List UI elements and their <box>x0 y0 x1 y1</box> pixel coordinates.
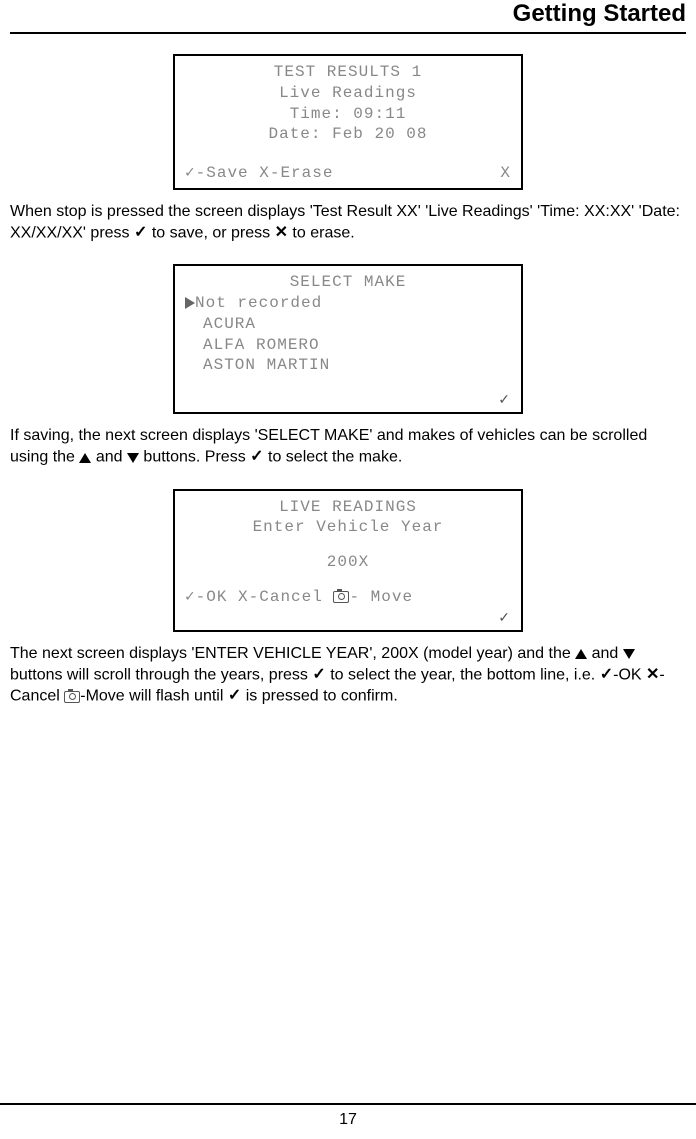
lcd-footer-left: ✓-Save X-Erase <box>185 163 333 184</box>
lcd-line: Enter Vehicle Year <box>185 517 511 538</box>
page-footer: 17 <box>0 1103 696 1139</box>
camera-icon <box>333 591 349 603</box>
lcd-select-make: SELECT MAKE Not recorded ACURA ALFA ROME… <box>173 264 523 414</box>
lcd-live-readings: LIVE READINGS Enter Vehicle Year 200X ✓-… <box>173 489 523 632</box>
check-icon: ✓ <box>228 686 241 707</box>
paragraph-3: The next screen displays 'ENTER VEHICLE … <box>10 644 686 708</box>
page-number: 17 <box>339 1111 357 1128</box>
lcd-footer: ✓ <box>185 390 511 408</box>
camera-icon <box>64 691 80 703</box>
triangle-right-icon <box>185 297 195 309</box>
lcd-line: 200X <box>185 552 511 573</box>
triangle-up-icon <box>575 649 587 659</box>
triangle-up-icon <box>79 453 91 463</box>
page-header: Getting Started <box>10 0 686 34</box>
lcd-line: Live Readings <box>185 83 511 104</box>
page-title: Getting Started <box>10 0 686 28</box>
check-icon: ✓ <box>600 665 613 686</box>
lcd-line: Time: 09:11 <box>185 104 511 125</box>
lcd-line: Date: Feb 20 08 <box>185 124 511 145</box>
paragraph-1: When stop is pressed the screen displays… <box>10 202 686 244</box>
lcd-test-results: TEST RESULTS 1 Live Readings Time: 09:11… <box>173 54 523 190</box>
lcd-line: LIVE READINGS <box>185 497 511 518</box>
x-icon: ✕ <box>275 225 288 241</box>
triangle-down-icon <box>623 649 635 659</box>
lcd-footer-right: ✓ <box>185 608 511 626</box>
x-icon: ✕ <box>646 667 659 683</box>
lcd-title: SELECT MAKE <box>185 272 511 293</box>
check-icon: ✓ <box>250 447 263 468</box>
lcd-footer-left: ✓-OK X-Cancel - Move <box>185 587 511 608</box>
paragraph-2: If saving, the next screen displays 'SEL… <box>10 426 686 468</box>
lcd-footer-right: X <box>500 163 511 184</box>
check-icon: ✓ <box>312 665 325 686</box>
lcd-line: TEST RESULTS 1 <box>185 62 511 83</box>
lcd-item: Not recorded <box>185 293 511 314</box>
check-icon: ✓ <box>134 223 147 244</box>
lcd-item: ACURA <box>185 314 511 335</box>
lcd-item: ASTON MARTIN <box>185 355 511 376</box>
triangle-down-icon <box>127 453 139 463</box>
lcd-item: ALFA ROMERO <box>185 335 511 356</box>
